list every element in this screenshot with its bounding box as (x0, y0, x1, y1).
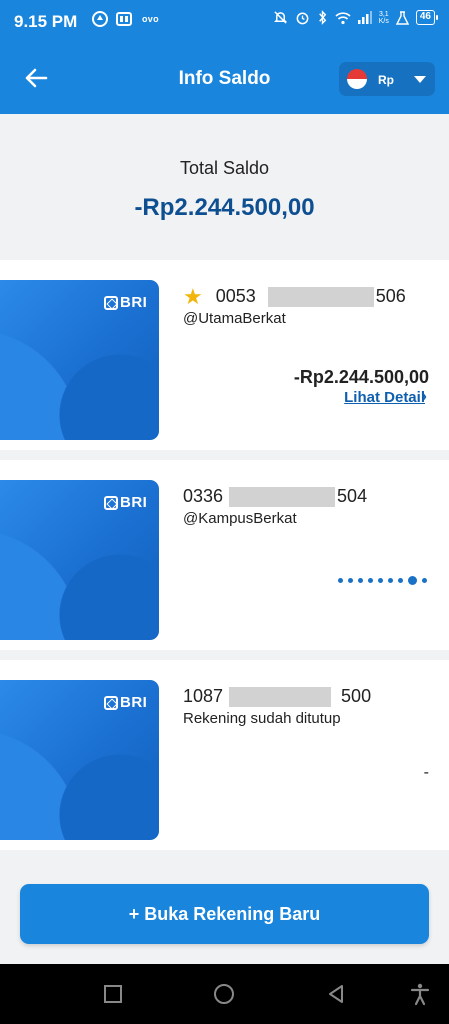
total-balance-label: Total Saldo (179, 158, 270, 178)
status-bar: 9.15 PM ovo 3,1 K/s 46 (0, 0, 449, 44)
account-number: 0336 504 (183, 486, 367, 507)
app-header: 9.15 PM ovo 3,1 K/s 46 Info Saldo Rp (0, 0, 449, 114)
currency-selector[interactable]: Rp (339, 62, 435, 96)
bri-logo: BRI (104, 494, 147, 511)
account-number-suffix: 500 (341, 686, 372, 706)
account-row[interactable]: BRI 1087 500 Rekening sudah ditutup - (0, 660, 449, 850)
open-new-account-button[interactable]: + Buka Rekening Baru (20, 884, 429, 944)
app-notification-icon (92, 11, 108, 27)
news-notification-icon (116, 12, 132, 26)
account-alias: @UtamaBerkat (183, 310, 286, 327)
total-balance-section: Total Saldo -Rp2.244.500,00 (0, 114, 449, 258)
status-right-icons: 3,1 K/s 46 (273, 10, 439, 25)
account-number-prefix: 0053 (215, 286, 256, 306)
home-icon[interactable] (212, 982, 236, 1006)
bluetooth-icon (318, 10, 327, 25)
account-number-suffix: 504 (337, 486, 368, 506)
status-left-icons: ovo (92, 11, 159, 27)
bank-card[interactable]: BRI (0, 480, 159, 640)
bri-logo: BRI (104, 294, 147, 311)
account-number-suffix: 506 (375, 286, 406, 306)
system-nav-bar (0, 964, 449, 1024)
battery-icon: 46 (415, 10, 439, 25)
total-balance-amount: -Rp2.244.500,00 (134, 194, 315, 221)
account-number-prefix: 1087 (183, 686, 224, 706)
account-row[interactable]: BRI 0336 504 @KampusBerkat (0, 460, 449, 650)
mute-icon (273, 11, 287, 24)
lab-icon (395, 10, 409, 25)
ovo-notification-icon: ovo (142, 14, 159, 24)
network-speed: 3,1 K/s (378, 10, 389, 25)
account-alias: @KampusBerkat (183, 510, 297, 527)
account-balance: -Rp2.244.500,00 (293, 367, 429, 387)
alarm-icon (296, 12, 309, 25)
accessibility-icon[interactable] (408, 982, 432, 1006)
redacted-mask (229, 686, 332, 707)
back-icon[interactable] (324, 982, 348, 1006)
redacted-mask (229, 486, 336, 507)
account-number-prefix: 0336 (183, 486, 224, 506)
recents-icon[interactable] (101, 982, 125, 1006)
signal-icon (357, 11, 372, 24)
status-time: 9.15 PM (14, 12, 78, 31)
chevron-down-icon (414, 76, 426, 83)
chevron-right-icon[interactable]: › (422, 388, 427, 406)
bank-card[interactable]: BRI (0, 280, 159, 440)
star-icon: ★ (183, 283, 203, 309)
indonesia-flag-icon (347, 69, 367, 89)
redacted-mask (267, 286, 374, 307)
detail-link[interactable]: Lihat Detail (344, 389, 425, 406)
wifi-icon (335, 11, 351, 24)
footer-action: + Buka Rekening Baru (0, 866, 449, 964)
bri-logo: BRI (104, 694, 147, 711)
account-balance: - (423, 764, 429, 781)
account-row[interactable]: BRI ★ 0053 506 @UtamaBerkat -Rp2.244.500… (0, 260, 449, 450)
account-number: 1087 500 (183, 686, 371, 707)
account-status: Rekening sudah ditutup (183, 710, 341, 727)
account-number: ★ 0053 506 (183, 283, 406, 309)
loading-indicator (338, 576, 427, 585)
bank-card[interactable]: BRI (0, 680, 159, 840)
currency-code: Rp (378, 73, 394, 87)
